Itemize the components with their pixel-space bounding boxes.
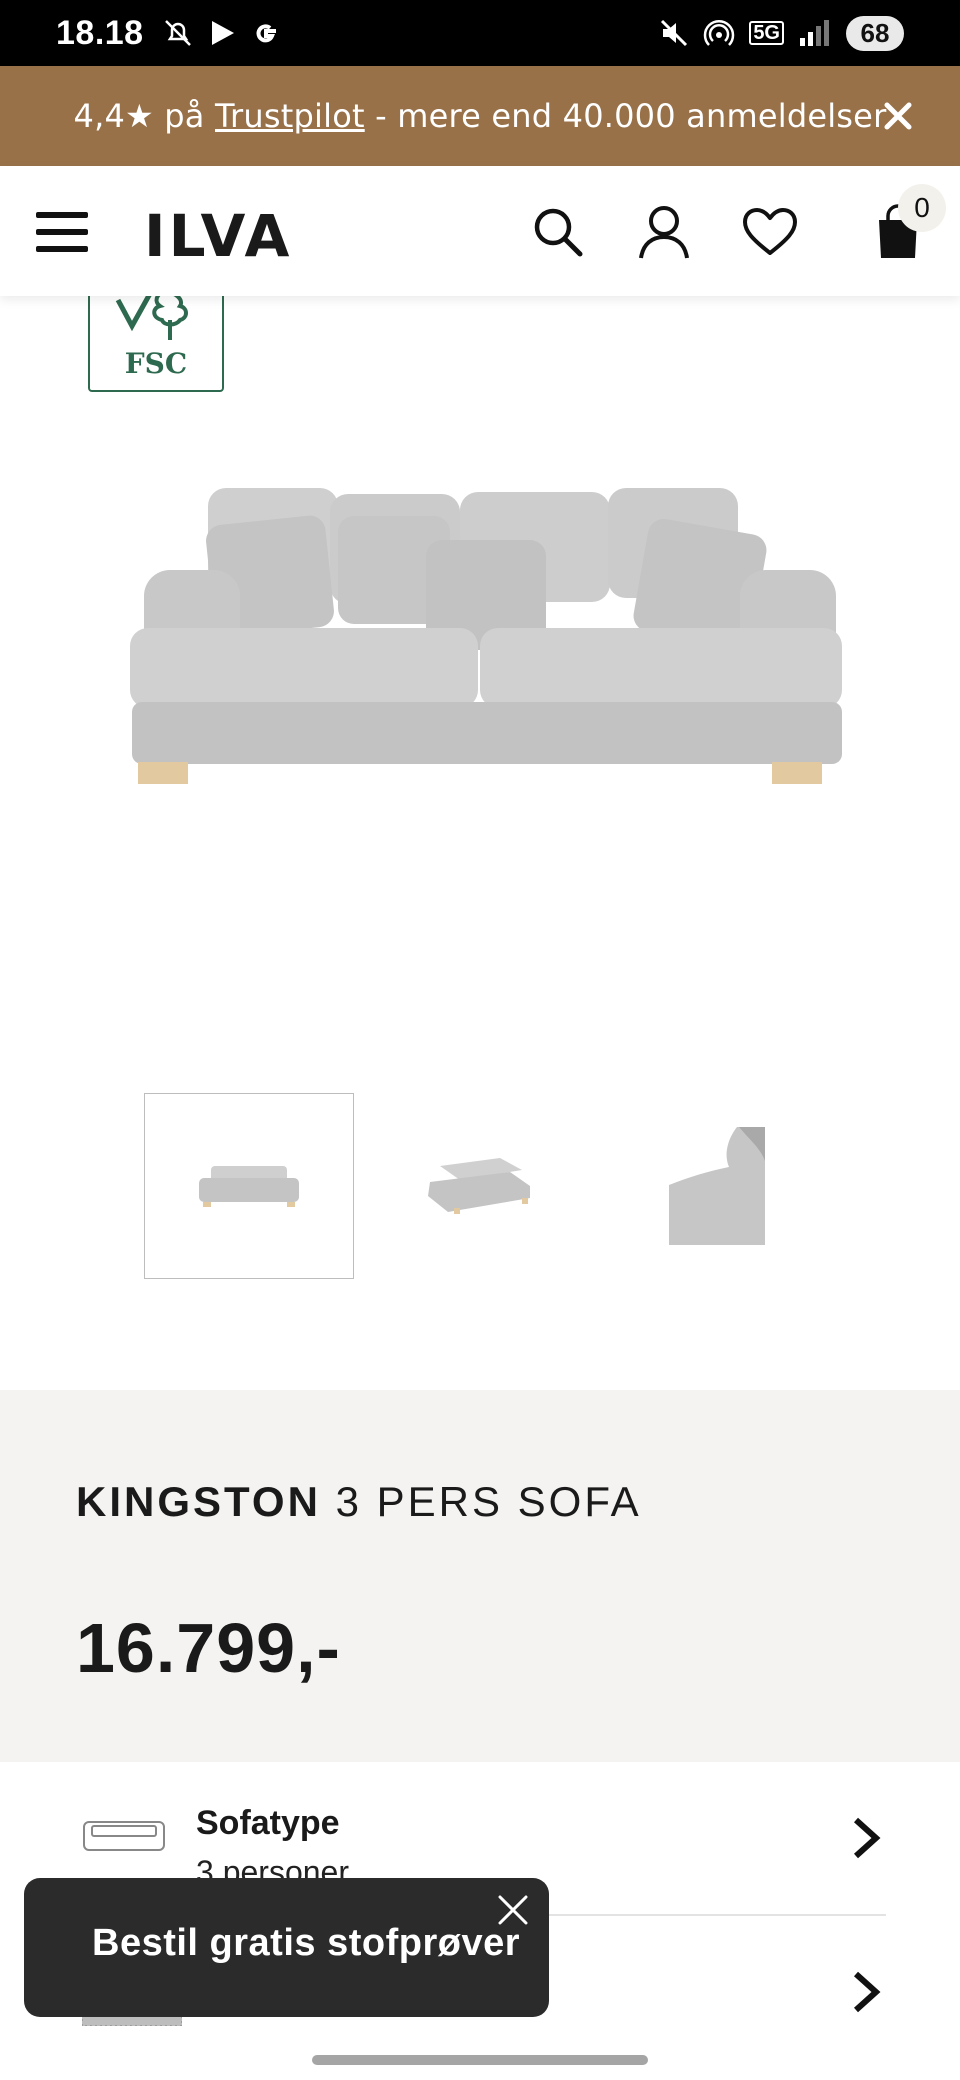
battery-level: 68: [846, 15, 904, 51]
sofa-icon: [83, 1821, 165, 1851]
play-icon: [211, 21, 234, 45]
hotspot-icon: [704, 19, 735, 46]
home-indicator[interactable]: [312, 2055, 648, 2065]
toast-message[interactable]: Bestil gratis stofprøver: [92, 1922, 520, 1965]
sofa-image: [130, 488, 842, 784]
fsc-label: FSC: [124, 347, 188, 380]
thumbnail-2[interactable]: [374, 1093, 584, 1279]
hamburger-line: [36, 229, 88, 235]
heart-icon: [743, 208, 797, 255]
chevron-right-icon: [853, 1971, 881, 2013]
close-icon: [884, 102, 912, 130]
status-left-icons: [162, 17, 282, 49]
product-price: 16.799,-: [76, 1609, 341, 1687]
thumbnail-3[interactable]: [614, 1093, 824, 1279]
option-title: Sofatype: [196, 1804, 340, 1842]
product-main-image[interactable]: [110, 470, 850, 800]
notifications-off-icon: [164, 20, 191, 46]
banner-rating: 4,4★ på: [73, 97, 205, 135]
status-right-icons: 5G 68: [659, 15, 904, 51]
account-icon: [639, 206, 689, 259]
product-title: KINGSTON 3 PERS SOFA: [76, 1478, 642, 1526]
fsc-badge: FSC: [88, 280, 224, 392]
banner-close-button[interactable]: [878, 96, 918, 136]
product-info: KINGSTON 3 PERS SOFA 16.799,-: [0, 1390, 960, 1762]
chevron-right-icon: [853, 1817, 881, 1859]
search-button[interactable]: [528, 202, 588, 262]
mute-icon: [661, 19, 688, 47]
trustpilot-banner: 4,4★ på Trustpilot - mere end 40.000 anm…: [0, 66, 960, 166]
hamburger-line: [36, 246, 88, 252]
product-name: 3 PERS SOFA: [335, 1478, 642, 1525]
account-button[interactable]: [634, 202, 694, 262]
site-header: ILVA 0: [0, 166, 960, 296]
search-icon: [534, 208, 583, 257]
menu-button[interactable]: [36, 212, 88, 252]
thumbnail-1[interactable]: [144, 1093, 354, 1279]
wishlist-button[interactable]: [740, 202, 800, 262]
status-bar: 18.18 5G 68: [0, 0, 960, 66]
hamburger-icon: [36, 212, 88, 218]
banner-suffix: - mere end 40.000 anmeldelser: [375, 97, 887, 135]
google-icon: [256, 24, 276, 43]
cart-count-badge: 0: [898, 184, 946, 232]
sofa-front-thumbnail: [199, 1166, 299, 1207]
sofa-detail-thumbnail: [669, 1127, 769, 1245]
network-type: 5G: [749, 21, 784, 45]
trustpilot-link[interactable]: Trustpilot: [215, 97, 365, 135]
toast-close-button[interactable]: [495, 1892, 535, 1932]
fabric-samples-toast[interactable]: Bestil gratis stofprøver: [24, 1878, 549, 2017]
ilva-logo[interactable]: ILVA: [144, 202, 292, 270]
status-time: 18.18: [56, 13, 144, 52]
signal-icon: [800, 20, 829, 46]
sofa-angle-thumbnail: [428, 1158, 530, 1214]
close-icon: [498, 1895, 528, 1925]
product-brand: KINGSTON: [76, 1478, 321, 1525]
